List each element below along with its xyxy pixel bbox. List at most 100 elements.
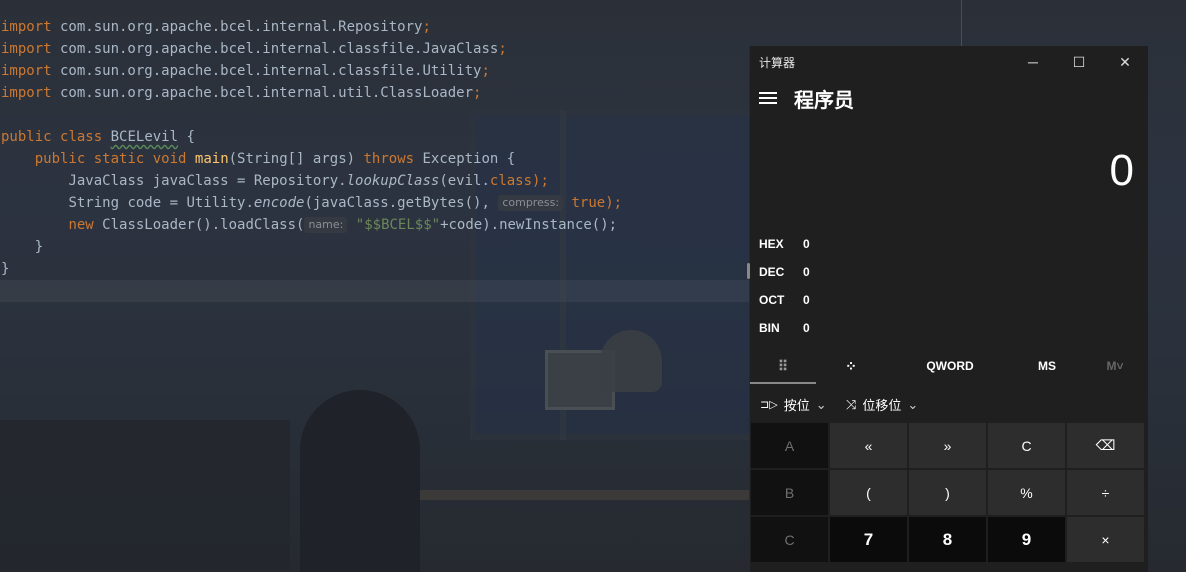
static-call: encode xyxy=(253,195,305,211)
import-path: com.sun.org.apache.bcel.internal.classfi… xyxy=(51,41,499,57)
hamburger-menu-icon[interactable] xyxy=(759,92,777,106)
code-text: String code = Utility. xyxy=(68,195,254,211)
param-hint: compress: xyxy=(498,195,564,211)
chevron-down-icon: ⌄ xyxy=(815,396,827,412)
key-7[interactable]: 7 xyxy=(830,517,907,562)
multiply-icon[interactable]: × xyxy=(1067,517,1144,562)
keyword: import xyxy=(1,41,52,57)
keyword: class xyxy=(60,129,103,145)
bitwise-dropdown[interactable]: ⊐▷ 按位 ⌄ xyxy=(760,395,827,414)
keyword: true xyxy=(563,195,606,211)
keyword: static xyxy=(93,151,145,167)
keyword: class xyxy=(489,173,533,189)
key-open-paren[interactable]: ( xyxy=(830,470,907,515)
keyword: public xyxy=(34,151,86,167)
code-line-close-method[interactable]: } xyxy=(0,236,750,258)
code-line-javaclass[interactable]: JavaClass javaClass = Repository.lookupC… xyxy=(0,170,750,192)
semicolon: ; xyxy=(481,63,490,79)
base-dec-value: 0 xyxy=(803,265,810,279)
key-a[interactable]: A xyxy=(751,423,828,468)
static-call: lookupClass xyxy=(346,173,440,189)
key-modulo[interactable]: % xyxy=(988,470,1065,515)
key-close-paren[interactable]: ) xyxy=(909,470,986,515)
key-9[interactable]: 9 xyxy=(988,517,1065,562)
bitshift-icon: ⤨ xyxy=(846,396,857,412)
code-text: ); xyxy=(532,173,549,189)
window-title: 计算器 xyxy=(759,56,796,70)
maximize-button[interactable]: ☐ xyxy=(1056,46,1102,78)
code-line-import-2[interactable]: import com.sun.org.apache.bcel.internal.… xyxy=(0,38,750,60)
code-text: JavaClass javaClass = Repository. xyxy=(68,173,347,189)
bitwise-icon: ⊐▷ xyxy=(760,399,778,411)
bit-toggle-keypad-icon[interactable]: ⁘ xyxy=(818,348,884,384)
base-oct-value: 0 xyxy=(803,293,810,307)
result-display: 0 xyxy=(1109,146,1134,195)
key-right-shift[interactable]: » xyxy=(909,423,986,468)
wallpaper-lamp xyxy=(600,330,662,392)
code-text: +code).newInstance(); xyxy=(440,217,618,233)
key-b[interactable]: B xyxy=(751,470,828,515)
code-line-loadclass[interactable]: new ClassLoader().loadClass(name: "$$BCE… xyxy=(0,214,750,236)
method-name: main xyxy=(194,151,229,167)
key-c-hex[interactable]: C xyxy=(751,517,828,562)
keyword: void xyxy=(152,151,187,167)
base-hex-value: 0 xyxy=(803,237,810,251)
base-bin-label[interactable]: BIN xyxy=(759,321,780,335)
wallpaper-shelf xyxy=(0,420,290,570)
code-text: (evil. xyxy=(439,173,490,189)
selected-base-indicator xyxy=(747,263,750,279)
import-path: com.sun.org.apache.bcel.internal.Reposit… xyxy=(51,19,423,35)
key-8[interactable]: 8 xyxy=(909,517,986,562)
code-line-main-decl[interactable]: public static void main(String[] args) t… xyxy=(0,148,750,170)
code-line-import-3[interactable]: import com.sun.org.apache.bcel.internal.… xyxy=(0,60,750,82)
semicolon: ; xyxy=(498,41,507,57)
backspace-icon[interactable]: ⌫ xyxy=(1067,423,1144,468)
chevron-down-icon: ⌄ xyxy=(907,396,919,412)
word-size-button[interactable]: QWORD xyxy=(910,348,990,384)
class-name: BCELevil xyxy=(110,129,179,145)
keyword: import xyxy=(1,63,52,79)
semicolon: ; xyxy=(422,19,431,35)
string-literal: "$$BCEL$$" xyxy=(347,217,441,233)
mode-title: 程序员 xyxy=(794,90,854,112)
params: (String[] args) xyxy=(228,151,364,167)
brace: } xyxy=(34,239,44,255)
keyword: throws xyxy=(363,151,415,167)
calculator-titlebar[interactable]: 计算器 ─ ☐ ✕ xyxy=(750,46,1148,78)
base-dec-label[interactable]: DEC xyxy=(759,265,784,279)
code-line-import-1[interactable]: import com.sun.org.apache.bcel.internal.… xyxy=(0,16,750,38)
calculator-window[interactable]: 计算器 ─ ☐ ✕ 程序员 0 HEX 0 DEC 0 OCT 0 BIN 0 … xyxy=(747,46,1148,572)
semicolon: ; xyxy=(473,85,482,101)
base-oct-label[interactable]: OCT xyxy=(759,293,784,307)
code-text: (javaClass.getBytes(), xyxy=(304,195,499,211)
close-button[interactable]: ✕ xyxy=(1102,46,1148,78)
active-tab-underline xyxy=(750,382,816,384)
keyword: new xyxy=(68,217,94,233)
memory-view-button[interactable]: M˅ xyxy=(1095,348,1135,384)
code-text: ); xyxy=(605,195,623,211)
code-line-close-class[interactable]: } xyxy=(0,258,750,280)
code-editor[interactable]: import com.sun.org.apache.bcel.internal.… xyxy=(0,16,750,280)
current-line-highlight xyxy=(0,280,750,302)
code-line-encode[interactable]: String code = Utility.encode(javaClass.g… xyxy=(0,192,750,214)
param-hint: name: xyxy=(304,217,348,233)
code-text: ClassLoader().loadClass( xyxy=(93,217,305,233)
memory-store-button[interactable]: MS xyxy=(1022,348,1072,384)
base-bin-value: 0 xyxy=(803,321,810,335)
keyword: import xyxy=(1,85,52,101)
wallpaper-person xyxy=(300,390,420,572)
brace: } xyxy=(1,261,10,277)
calculator-tabbar: ⠿ ⁘ QWORD MS M˅ xyxy=(750,348,1148,384)
code-line-class-decl[interactable]: public class BCELevil { xyxy=(0,126,750,148)
divide-icon[interactable]: ÷ xyxy=(1067,470,1144,515)
code-line-import-4[interactable]: import com.sun.org.apache.bcel.internal.… xyxy=(0,82,750,104)
key-clear[interactable]: C xyxy=(988,423,1065,468)
bitshift-dropdown[interactable]: ⤨ 位移位 ⌄ xyxy=(846,395,918,414)
import-path: com.sun.org.apache.bcel.internal.classfi… xyxy=(51,63,482,79)
key-left-shift[interactable]: « xyxy=(830,423,907,468)
bitwise-label: 按位 xyxy=(783,398,810,413)
minimize-button[interactable]: ─ xyxy=(1010,46,1056,78)
base-hex-label[interactable]: HEX xyxy=(759,237,784,251)
code-line-blank[interactable] xyxy=(0,104,750,126)
full-keypad-tab-icon[interactable]: ⠿ xyxy=(750,348,816,384)
